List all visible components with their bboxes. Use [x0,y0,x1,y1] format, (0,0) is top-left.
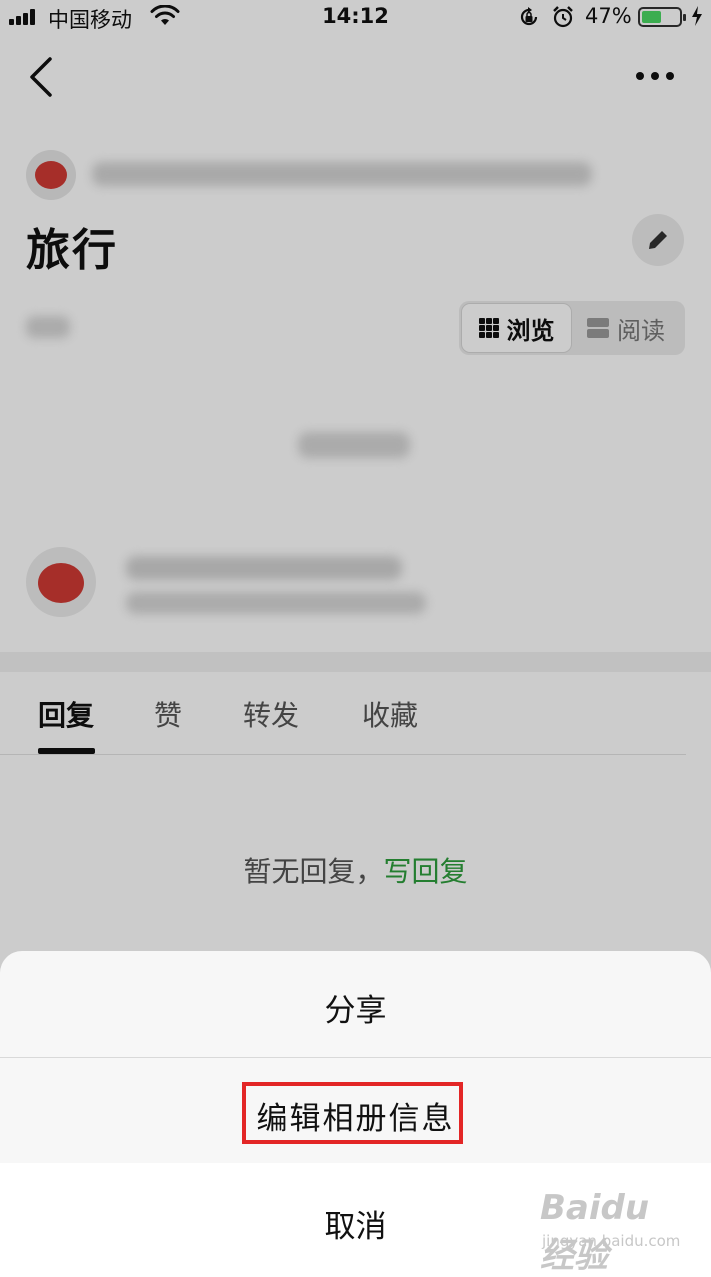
watermark-url: jingyan.baidu.com [542,1232,681,1250]
action-sheet-divider [0,1057,711,1058]
album-detail-page: 中国移动 14:12 47% 旅行 浏览 阅读 回复 赞 转发 收藏 暂无回复，… [0,0,711,1276]
baidu-jingyan-watermark: Baidu 经验 jingyan.baidu.com [540,1188,690,1276]
highlight-box [242,1082,463,1144]
share-option[interactable]: 分享 [0,985,711,1030]
